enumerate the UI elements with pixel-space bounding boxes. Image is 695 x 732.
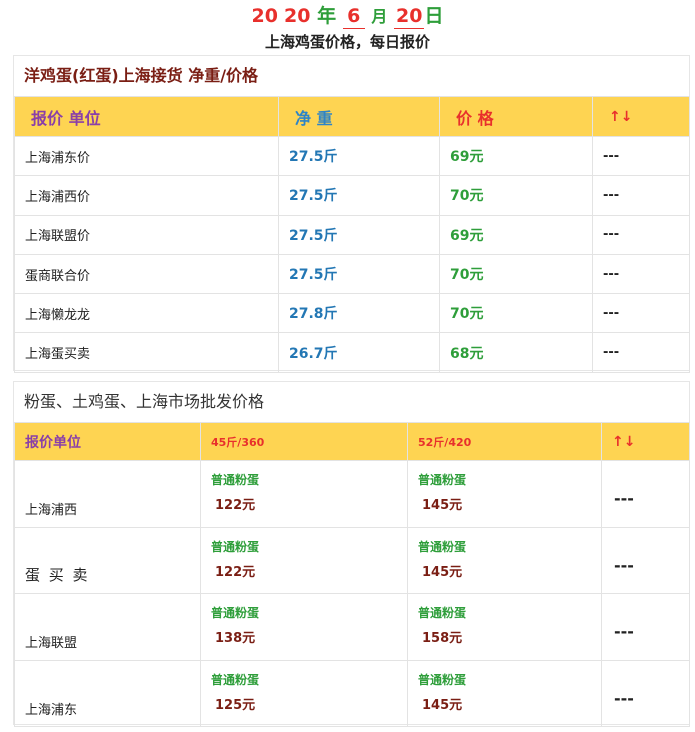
- row-name: 上海浦东价: [14, 135, 279, 177]
- cell-spec-52: 普通粉蛋 145元: [407, 659, 602, 727]
- header-price: 价 格: [439, 96, 593, 137]
- cell-spec-45: 普通粉蛋 122元: [200, 460, 408, 528]
- table-row: 蛋商联合价 27.5斤 70元 ---: [14, 253, 690, 295]
- row-dash: ---: [601, 526, 690, 594]
- month-value: 6: [342, 4, 365, 29]
- row-name: 蛋 买 卖: [14, 526, 201, 594]
- row-price: 70元: [439, 293, 593, 334]
- egg-price: 145元: [422, 697, 463, 713]
- cell-spec-52: 普通粉蛋 158元: [407, 593, 602, 661]
- pink-egg-section: 粉蛋、土鸡蛋、上海市场批发价格 报价单位 45斤/360 52斤/420 ↑↓ …: [13, 381, 690, 727]
- year-part-b: 20: [284, 5, 311, 27]
- red-egg-table-header: 报价 单位 净 重 价 格 ↑↓: [14, 96, 690, 137]
- table-row: 上海浦西 普通粉蛋 122元 普通粉蛋 145元 ---: [14, 460, 690, 528]
- row-price: 70元: [439, 253, 593, 295]
- row-dash: ---: [601, 593, 690, 661]
- egg-kind: 普通粉蛋: [418, 606, 467, 620]
- month-char: 月: [371, 7, 388, 26]
- table-row: 上海蛋买卖 26.7斤 68元 ---: [14, 332, 690, 373]
- row-dash: ---: [601, 460, 690, 528]
- egg-price: 145元: [422, 498, 463, 513]
- page-subtitle: 上海鸡蛋价格，每日报价: [264, 33, 430, 51]
- day-value: 20: [393, 5, 425, 29]
- row-price: 69元: [439, 135, 593, 177]
- row-name: 上海浦西: [14, 460, 201, 528]
- row-price: 70元: [439, 175, 593, 216]
- cell-spec-45: 普通粉蛋 138元: [200, 593, 408, 661]
- header-weight: 净 重: [278, 96, 440, 137]
- year-part-a: 20: [251, 5, 278, 27]
- egg-price: 138元: [215, 631, 256, 646]
- table-row: 上海浦东 普通粉蛋 125元 普通粉蛋 145元 ---: [14, 659, 690, 727]
- egg-kind: 普通粉蛋: [418, 473, 467, 487]
- row-name: 上海联盟: [14, 593, 201, 661]
- row-weight: 27.5斤: [278, 214, 440, 255]
- row-name: 上海浦西价: [14, 175, 279, 216]
- table-row: 上海浦东价 27.5斤 69元 ---: [14, 135, 690, 177]
- table-row: 上海懒龙龙 27.8斤 70元 ---: [14, 293, 690, 334]
- table-row: 上海浦西价 27.5斤 70元 ---: [14, 175, 690, 216]
- date-line: 20 20 年 6 月 20 日: [0, 4, 695, 29]
- row-price: 69元: [439, 214, 593, 255]
- row-weight: 27.5斤: [278, 253, 440, 295]
- egg-kind: 普通粉蛋: [418, 539, 467, 554]
- egg-kind: 普通粉蛋: [211, 672, 260, 687]
- cell-spec-45: 普通粉蛋 125元: [200, 659, 408, 727]
- egg-kind: 普通粉蛋: [418, 672, 467, 687]
- year-char: 年: [317, 5, 337, 27]
- egg-kind: 普通粉蛋: [211, 606, 260, 620]
- header-unit: 报价 单位: [14, 96, 279, 137]
- row-name: 上海蛋买卖: [14, 332, 279, 373]
- cell-spec-45: 普通粉蛋 122元: [200, 526, 408, 594]
- pink-egg-section-title: 粉蛋、土鸡蛋、上海市场批发价格: [24, 392, 265, 411]
- row-dash: ---: [601, 659, 690, 727]
- header-unit: 报价单位: [14, 422, 201, 461]
- egg-price: 145元: [422, 564, 463, 580]
- egg-price: 122元: [215, 498, 256, 513]
- header-spec-52: 52斤/420: [407, 422, 602, 461]
- egg-kind: 普通粉蛋: [211, 539, 260, 554]
- egg-price: 158元: [422, 631, 463, 646]
- row-dash: ---: [592, 135, 690, 177]
- egg-kind: 普通粉蛋: [211, 473, 260, 487]
- row-weight: 27.5斤: [278, 135, 440, 177]
- row-name: 蛋商联合价: [14, 253, 279, 295]
- day-char: 日: [424, 5, 444, 27]
- red-egg-section-title: 洋鸡蛋(红蛋)上海接货 净重/价格: [24, 66, 259, 85]
- egg-price: 122元: [215, 564, 256, 580]
- red-egg-section: 洋鸡蛋(红蛋)上海接货 净重/价格 报价 单位 净 重 价 格 ↑↓ 上海浦东价…: [13, 55, 690, 373]
- red-egg-table: 报价 单位 净 重 价 格 ↑↓ 上海浦东价 27.5斤 69元 --- 上海浦…: [14, 96, 690, 373]
- row-dash: ---: [592, 175, 690, 216]
- row-dash: ---: [592, 214, 690, 255]
- egg-price: 125元: [215, 697, 256, 713]
- table-row: 上海联盟价 27.5斤 69元 ---: [14, 214, 690, 255]
- cell-spec-52: 普通粉蛋 145元: [407, 526, 602, 594]
- row-name: 上海浦东: [14, 659, 201, 727]
- sort-icon[interactable]: ↑↓: [601, 422, 690, 461]
- pink-egg-table-header: 报价单位 45斤/360 52斤/420 ↑↓: [14, 422, 690, 461]
- row-dash: ---: [592, 332, 690, 373]
- row-weight: 26.7斤: [278, 332, 440, 373]
- table-row: 蛋 买 卖 普通粉蛋 122元 普通粉蛋 145元 ---: [14, 526, 690, 594]
- sort-icon[interactable]: ↑↓: [592, 96, 690, 137]
- row-dash: ---: [592, 293, 690, 334]
- table-row: 上海联盟 普通粉蛋 138元 普通粉蛋 158元 ---: [14, 593, 690, 661]
- row-weight: 27.5斤: [278, 175, 440, 216]
- row-dash: ---: [592, 253, 690, 295]
- pink-egg-table: 报价单位 45斤/360 52斤/420 ↑↓ 上海浦西 普通粉蛋 122元 普…: [14, 422, 690, 727]
- header-spec-45: 45斤/360: [200, 422, 408, 461]
- row-name: 上海懒龙龙: [14, 293, 279, 334]
- row-name: 上海联盟价: [14, 214, 279, 255]
- row-weight: 27.8斤: [278, 293, 440, 334]
- page-header: 20 20 年 6 月 20 日 上海鸡蛋价格，每日报价: [0, 0, 695, 53]
- row-price: 68元: [439, 332, 593, 373]
- cell-spec-52: 普通粉蛋 145元: [407, 460, 602, 528]
